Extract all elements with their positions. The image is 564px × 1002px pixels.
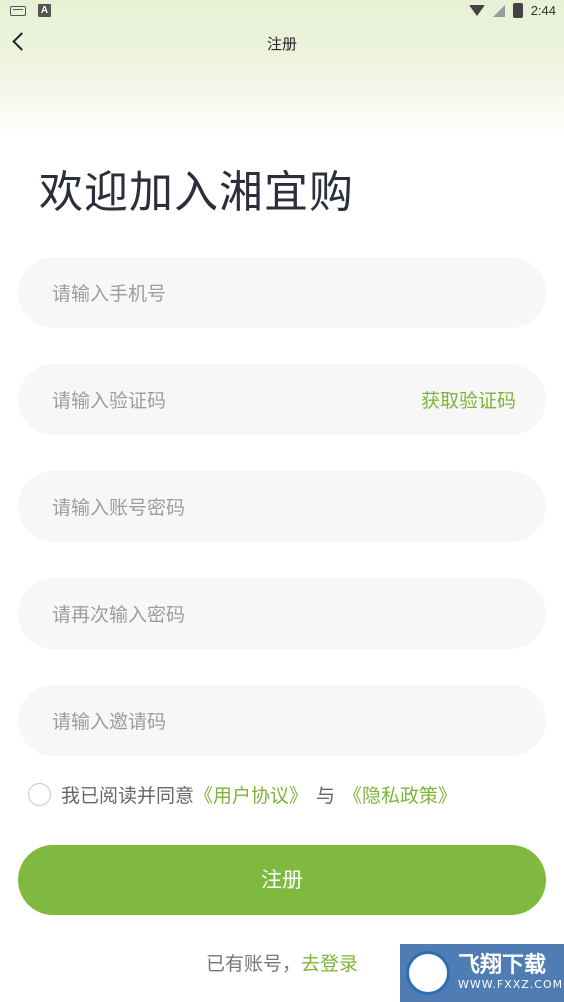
status-right: 2:44 [468, 3, 556, 18]
status-left: A [10, 4, 51, 17]
phone-input[interactable] [50, 257, 384, 330]
invite-field [18, 685, 546, 758]
agreement-separator: 与 [316, 784, 336, 807]
status-bar: A 2:44 [0, 0, 564, 24]
watermark-text: 飞翔下载 WWW.FXXZ.COM [458, 954, 563, 992]
welcome-heading: 欢迎加入湘宜购 [39, 167, 354, 218]
watermark-title: 飞翔下载 [458, 953, 547, 978]
nav-bar: 注册 [0, 28, 564, 58]
login-question: 已有账号， [205, 953, 301, 975]
password-confirm-input[interactable] [50, 578, 384, 651]
keyboard-icon [10, 5, 26, 16]
phone-field [18, 257, 546, 330]
agree-checkbox[interactable] [28, 782, 51, 806]
password-input[interactable] [50, 471, 384, 544]
battery-icon [512, 3, 523, 18]
privacy-policy-link[interactable]: 《隐私政策》 [343, 781, 457, 808]
get-code-button[interactable]: 获取验证码 [421, 386, 516, 413]
code-field: 获取验证码 [18, 364, 546, 437]
watermark: 飞翔下载 WWW.FXXZ.COM [400, 944, 564, 1002]
code-input[interactable] [50, 364, 384, 437]
a-badge-icon: A [38, 4, 51, 17]
status-time: 2:44 [530, 3, 556, 18]
password-confirm-field [18, 578, 546, 651]
password-field [18, 471, 546, 544]
page-title: 注册 [266, 35, 297, 53]
wifi-icon [468, 5, 485, 16]
go-login-link[interactable]: 去登录 [301, 953, 358, 975]
invite-input[interactable] [50, 685, 384, 758]
watermark-logo-icon [406, 951, 450, 995]
register-button[interactable]: 注册 [18, 845, 546, 915]
agreement-row: 我已阅读并同意 《用户协议》 与 《隐私政策》 [28, 780, 457, 808]
signal-icon [492, 4, 505, 17]
user-agreement-link[interactable]: 《用户协议》 [194, 781, 308, 808]
agreement-prefix: 我已阅读并同意 [61, 784, 195, 807]
watermark-domain: WWW.FXXZ.COM [458, 978, 564, 991]
